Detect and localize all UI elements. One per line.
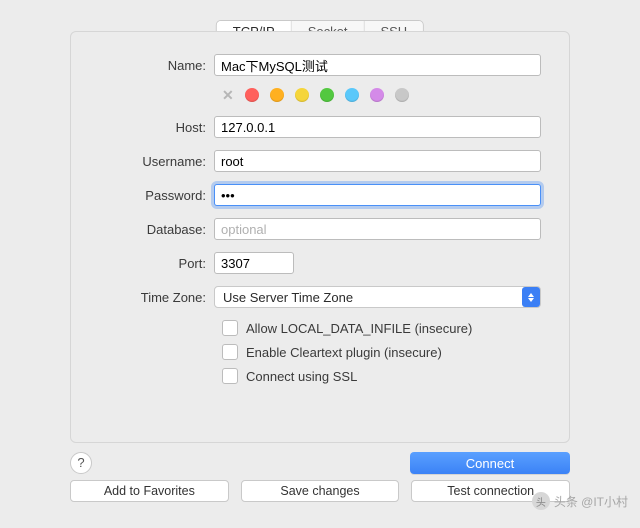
color-gray[interactable] [395, 88, 409, 102]
watermark: 头 头条 @IT小村 [532, 492, 628, 510]
connect-ssl-checkbox[interactable] [222, 368, 238, 384]
username-field[interactable] [214, 150, 541, 172]
color-red[interactable] [245, 88, 259, 102]
help-button[interactable]: ? [70, 452, 92, 474]
save-changes-button[interactable]: Save changes [241, 480, 400, 502]
database-label: Database: [99, 222, 214, 237]
timezone-label: Time Zone: [99, 290, 214, 305]
color-yellow[interactable] [295, 88, 309, 102]
timezone-value: Use Server Time Zone [223, 290, 353, 305]
color-green[interactable] [320, 88, 334, 102]
chevron-updown-icon[interactable] [522, 287, 540, 307]
color-blue[interactable] [345, 88, 359, 102]
username-label: Username: [99, 154, 214, 169]
host-field[interactable] [214, 116, 541, 138]
cleartext-plugin-label: Enable Cleartext plugin (insecure) [246, 345, 442, 360]
allow-local-infile-label: Allow LOCAL_DATA_INFILE (insecure) [246, 321, 472, 336]
cleartext-plugin-checkbox[interactable] [222, 344, 238, 360]
color-orange[interactable] [270, 88, 284, 102]
timezone-select[interactable]: Use Server Time Zone [214, 286, 541, 308]
connect-ssl-label: Connect using SSL [246, 369, 357, 384]
name-label: Name: [99, 58, 214, 73]
clear-color-icon[interactable]: ✕ [222, 88, 234, 102]
port-field[interactable] [214, 252, 294, 274]
connection-panel: Name: ✕ Host: Username: Password: Databa… [70, 31, 570, 443]
allow-local-infile-checkbox[interactable] [222, 320, 238, 336]
action-bar: Add to Favorites Save changes Test conne… [70, 480, 570, 502]
password-label: Password: [99, 188, 214, 203]
color-purple[interactable] [370, 88, 384, 102]
host-label: Host: [99, 120, 214, 135]
password-field[interactable] [214, 184, 541, 206]
watermark-icon: 头 [532, 492, 550, 510]
color-tag-row: ✕ [99, 88, 541, 102]
connect-button[interactable]: Connect [410, 452, 570, 474]
bottom-bar: ? Connect [70, 452, 570, 474]
name-field[interactable] [214, 54, 541, 76]
watermark-text: 头条 @IT小村 [554, 493, 628, 510]
add-favorites-button[interactable]: Add to Favorites [70, 480, 229, 502]
port-label: Port: [99, 256, 214, 271]
database-field[interactable] [214, 218, 541, 240]
